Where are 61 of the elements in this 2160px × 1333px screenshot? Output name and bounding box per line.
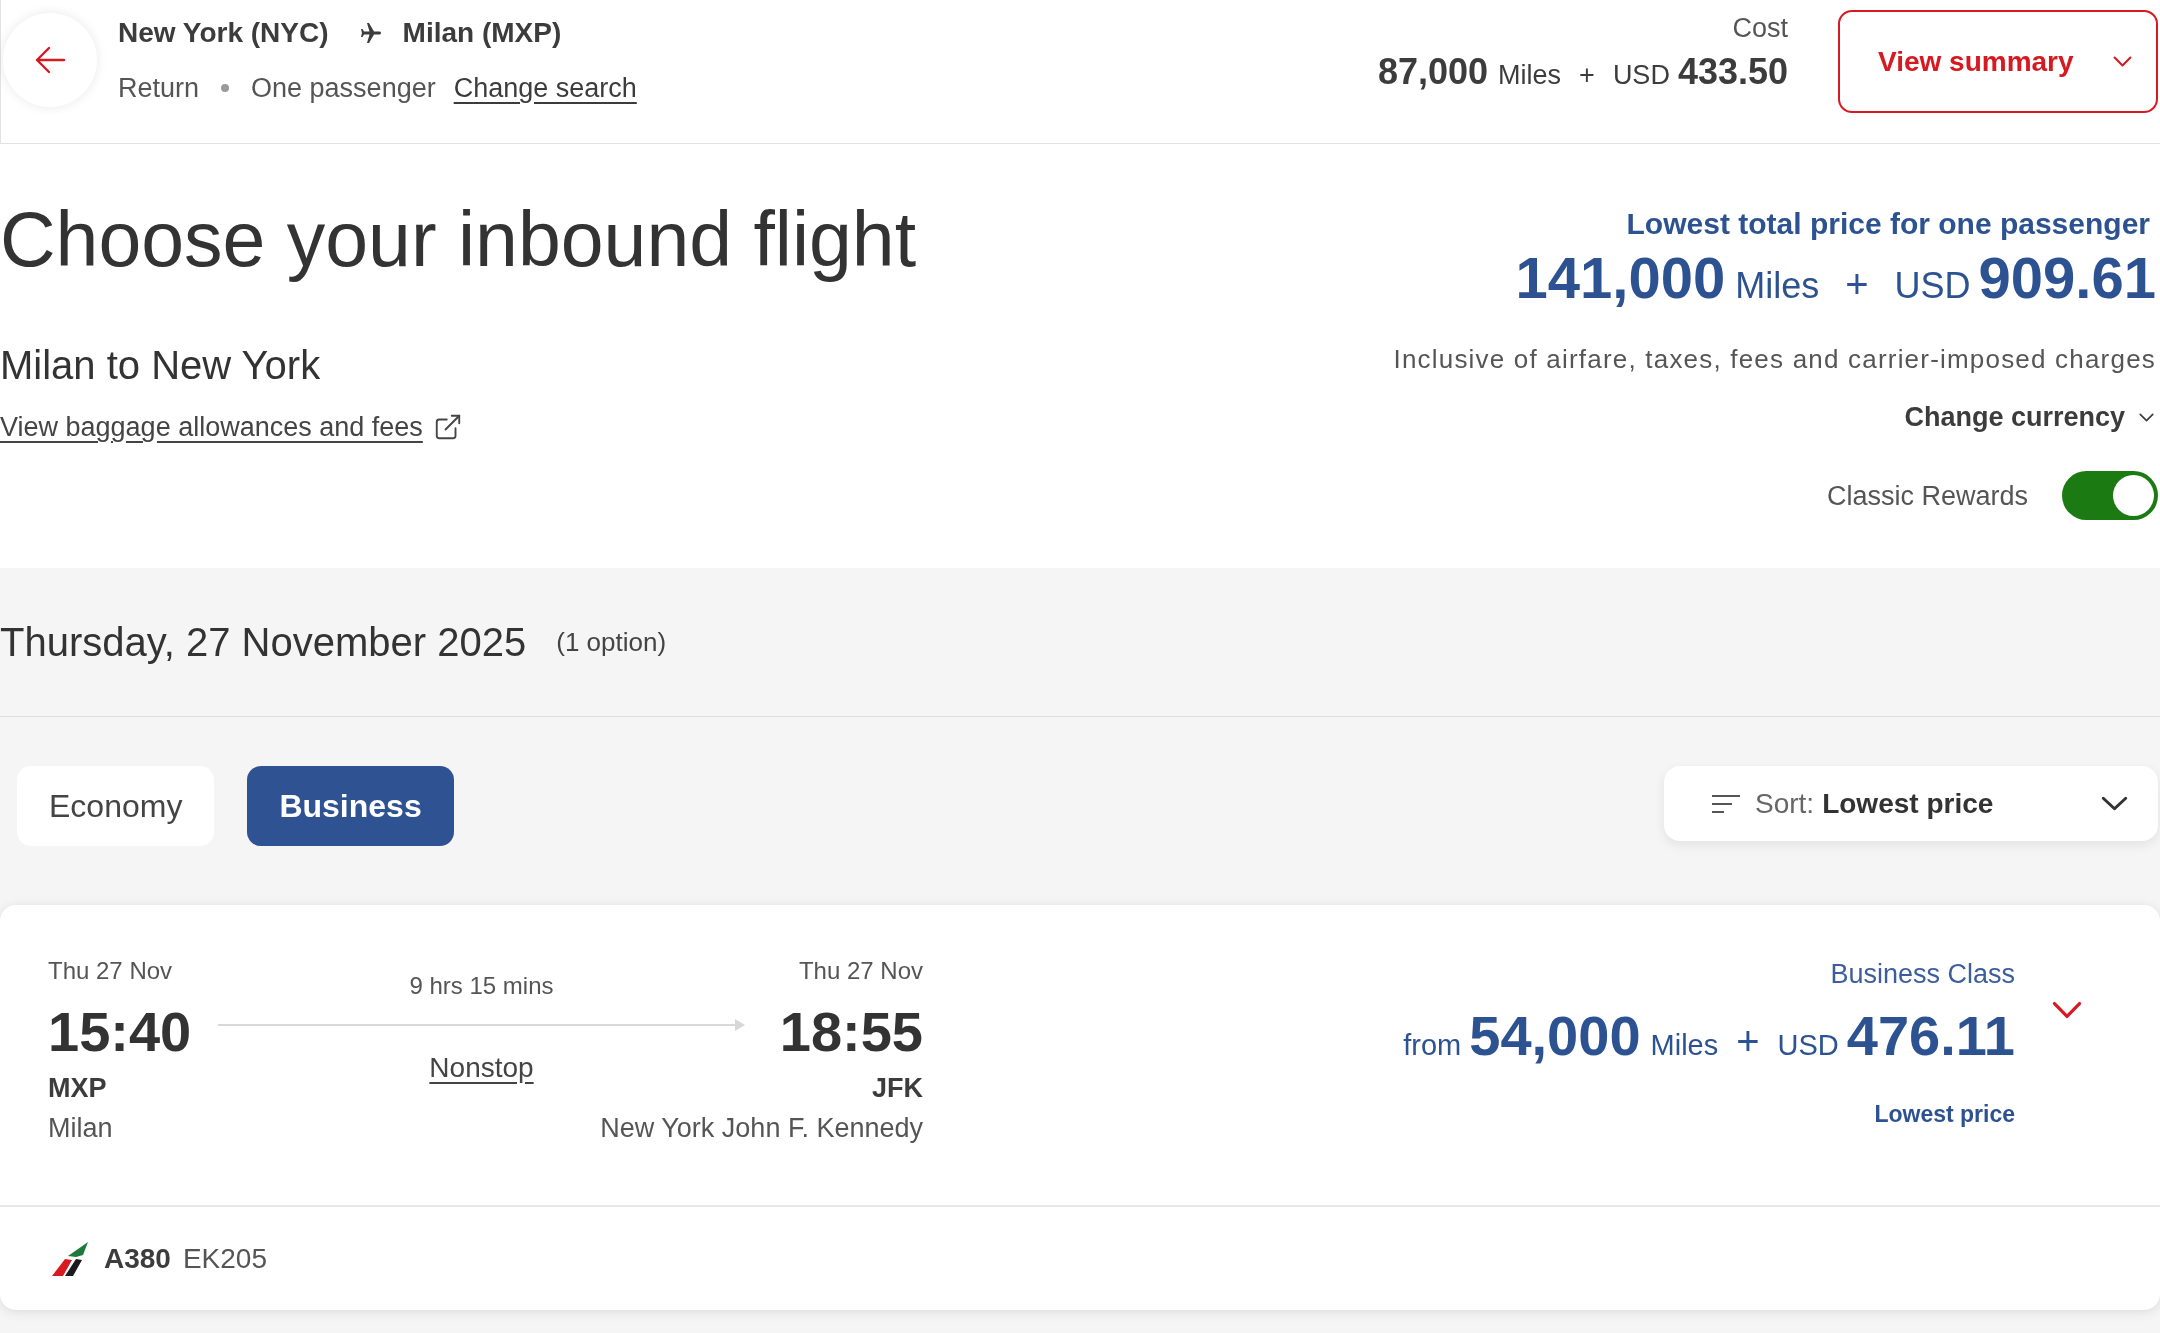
cash-amount: 433.50 bbox=[1677, 50, 1788, 94]
bullet-icon bbox=[221, 84, 230, 92]
miles-amount: 141,000 bbox=[1515, 246, 1726, 310]
trip-type: Return bbox=[118, 72, 200, 105]
departure-date: Thu 27 Nov bbox=[48, 956, 173, 986]
change-search-link[interactable]: Change search bbox=[453, 70, 637, 106]
expand-button[interactable] bbox=[2052, 1001, 2082, 1019]
price-note: Inclusive of airfare, taxes, fees and carrier-imposed charges bbox=[1393, 343, 2156, 376]
sort-value: Lowest price bbox=[1822, 786, 1994, 821]
back-arrow-icon bbox=[34, 46, 66, 74]
cabin-class: Business Class bbox=[1830, 958, 2015, 991]
stops-link[interactable]: Nonstop bbox=[429, 1051, 534, 1085]
miles-unit: Miles bbox=[1498, 59, 1562, 92]
lowest-price-label: Lowest total price for one passenger bbox=[1626, 206, 2150, 242]
departure-city: Milan bbox=[48, 1112, 113, 1145]
route-subtitle: Milan to New York bbox=[0, 342, 321, 389]
chevron-down-icon bbox=[2113, 56, 2132, 67]
destination-city: Milan (MXP) bbox=[402, 16, 562, 50]
cabin-tab[interactable]: Business bbox=[247, 766, 454, 846]
chevron-down-icon bbox=[2139, 412, 2154, 422]
arrival-airport-code: JFK bbox=[872, 1072, 923, 1105]
currency-code: USD bbox=[1777, 1028, 1839, 1063]
day-heading: Thursday, 27 November 2025 bbox=[0, 619, 527, 666]
cost-label: Cost bbox=[1732, 12, 1788, 45]
origin-city: New York (NYC) bbox=[118, 16, 329, 50]
sort-dropdown[interactable]: Sort: Lowest price bbox=[1664, 766, 2158, 841]
price-prefix: from bbox=[1403, 1028, 1462, 1063]
currency-code: USD bbox=[1612, 59, 1670, 92]
miles-unit: Miles bbox=[1650, 1028, 1719, 1063]
currency-code: USD bbox=[1894, 264, 1971, 308]
sort-lines-icon bbox=[1712, 794, 1740, 813]
miles-amount: 87,000 bbox=[1377, 50, 1489, 94]
sort-label: Sort: bbox=[1755, 786, 1815, 821]
option-count: (1 option) bbox=[556, 626, 667, 659]
view-summary-button[interactable]: View summary bbox=[1838, 10, 2158, 113]
miles-unit: Miles bbox=[1735, 264, 1820, 308]
airplane-icon bbox=[360, 23, 381, 43]
plus-sign: + bbox=[1845, 261, 1869, 308]
flight-number: EK205 bbox=[182, 1241, 267, 1276]
plus-sign: + bbox=[1579, 59, 1595, 92]
cabin-tab[interactable]: Economy bbox=[17, 766, 215, 846]
departure-time: 15:40 bbox=[48, 1002, 192, 1062]
change-currency-button[interactable]: Change currency bbox=[1904, 399, 2154, 435]
lowest-price-tag: Lowest price bbox=[1874, 1099, 2015, 1129]
classic-rewards-label: Classic Rewards bbox=[1826, 479, 2028, 513]
classic-rewards-toggle[interactable] bbox=[2062, 471, 2158, 520]
arrival-date: Thu 27 Nov bbox=[798, 956, 923, 986]
passenger-count: One passenger bbox=[251, 72, 436, 105]
chevron-down-icon bbox=[2101, 796, 2128, 811]
miles-amount: 54,000 bbox=[1469, 1004, 1641, 1068]
baggage-link[interactable]: View baggage allowances and fees bbox=[0, 409, 423, 445]
arrival-city: New York John F. Kennedy bbox=[600, 1112, 923, 1145]
flight-duration: 9 hrs 15 mins bbox=[409, 971, 554, 1001]
cash-amount: 476.11 bbox=[1846, 1004, 2015, 1068]
aircraft-type: A380 bbox=[104, 1241, 171, 1276]
cash-amount: 909.61 bbox=[1978, 246, 2156, 310]
departure-airport-code: MXP bbox=[48, 1072, 107, 1105]
plus-sign: + bbox=[1736, 1018, 1760, 1065]
arrival-time: 18:55 bbox=[779, 1002, 923, 1062]
chevron-down-icon bbox=[2052, 1001, 2082, 1019]
tail-fin-logo-icon bbox=[52, 1241, 88, 1276]
